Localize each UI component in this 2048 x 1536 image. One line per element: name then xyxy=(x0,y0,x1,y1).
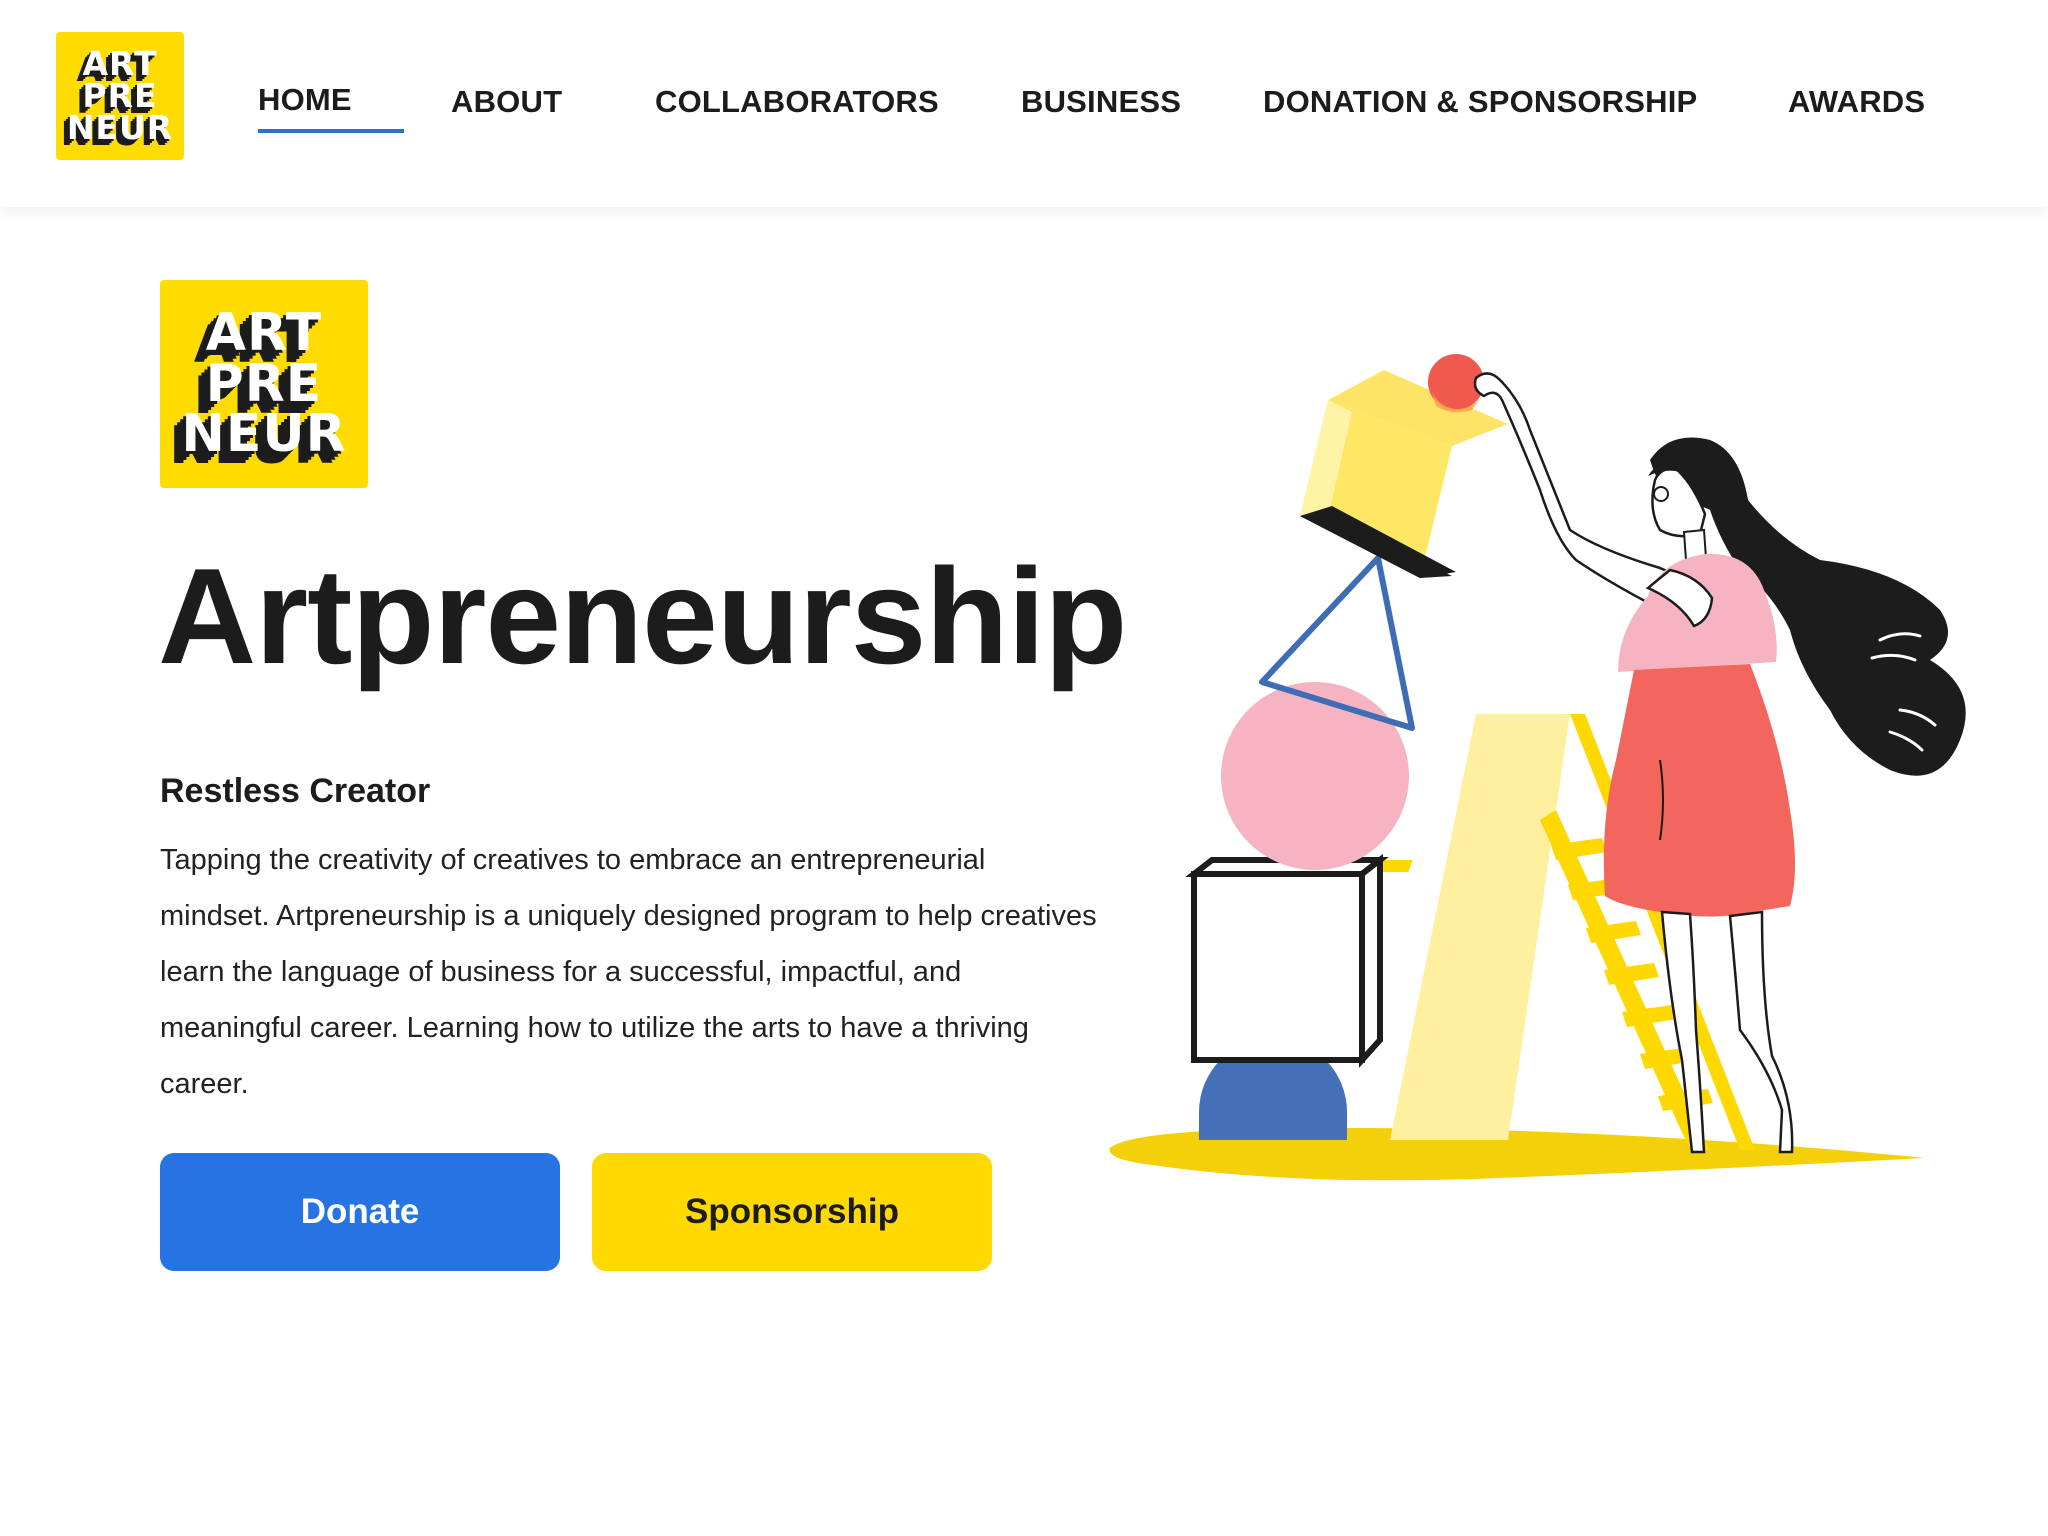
logo-line-2: PRE xyxy=(205,353,323,414)
nav-active-underline xyxy=(258,129,404,133)
nav-item-about[interactable]: ABOUT xyxy=(451,84,562,120)
nav-item-collaborators[interactable]: COLLABORATORS xyxy=(655,84,939,120)
outlined-cube-shape xyxy=(1185,853,1389,1068)
donate-button[interactable]: Donate xyxy=(160,1153,560,1271)
logo-line-1: ART xyxy=(205,302,323,363)
nav-item-business[interactable]: BUSINESS xyxy=(1021,84,1181,120)
nav-item-donation-sponsorship[interactable]: DONATION & SPONSORSHIP xyxy=(1263,84,1697,120)
logo-line-3: NEUR xyxy=(181,404,347,465)
coral-dress-shape xyxy=(1603,664,1795,917)
page-title: Artpreneurship xyxy=(158,540,1127,692)
logo-line-1: ART xyxy=(82,43,158,83)
sponsorship-button[interactable]: Sponsorship xyxy=(592,1153,992,1271)
hero-description: Tapping the creativity of creatives to e… xyxy=(160,844,1097,1100)
site-header: ART PRE NEUR HOME ABOUT COLLABORATORS BU… xyxy=(0,0,2048,207)
logo-line-3: NEUR xyxy=(66,108,174,148)
header-logo[interactable]: ART PRE NEUR xyxy=(56,32,184,160)
yellow-cube-shape xyxy=(1300,370,1508,578)
hero-logo: ART PRE NEUR xyxy=(160,280,368,488)
ramp-pillar xyxy=(1390,714,1570,1140)
nav-item-awards[interactable]: AWARDS xyxy=(1788,84,1925,120)
hero-subtitle: Restless Creator xyxy=(160,772,431,810)
nav-item-home[interactable]: HOME xyxy=(258,82,352,118)
pink-circle-shape xyxy=(1221,682,1409,870)
hero-illustration xyxy=(1109,354,1966,1181)
